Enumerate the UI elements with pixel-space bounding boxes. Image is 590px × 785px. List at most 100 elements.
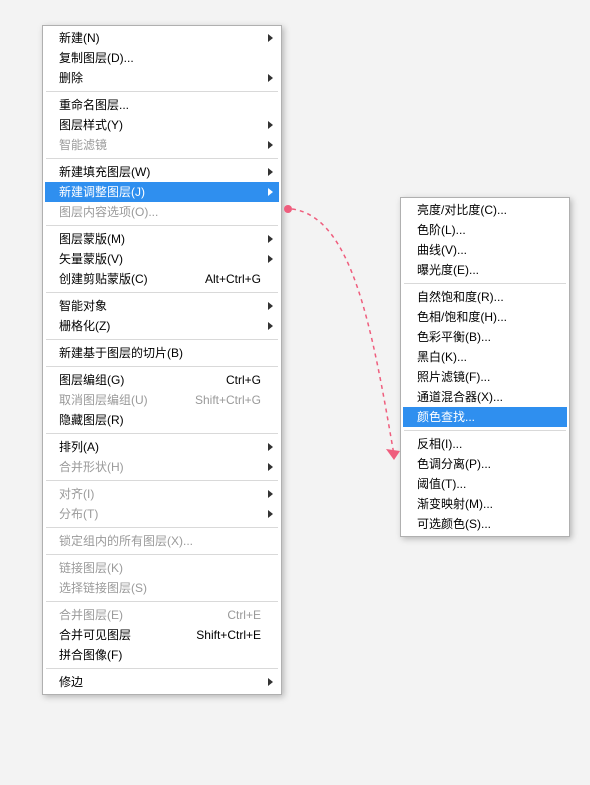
menu-item-shortcut: Alt+Ctrl+G (205, 269, 261, 289)
subMenu-item[interactable]: 黑白(K)... (403, 347, 567, 367)
subMenu-item[interactable]: 自然饱和度(R)... (403, 287, 567, 307)
menu-item-shortcut: Shift+Ctrl+E (196, 625, 261, 645)
mainMenu-item[interactable]: 合并可见图层 Shift+Ctrl+E (45, 625, 279, 645)
menu-item-label: 照片滤镜(F)... (417, 367, 549, 387)
menu-item-label: 可选颜色(S)... (417, 514, 549, 534)
mainMenu-item[interactable]: 重命名图层... (45, 95, 279, 115)
subMenu-item[interactable]: 反相(I)... (403, 434, 567, 454)
mainMenu-item[interactable]: 删除 (45, 68, 279, 88)
subMenu-item[interactable]: 色相/饱和度(H)... (403, 307, 567, 327)
menu-item-label: 渐变映射(M)... (417, 494, 549, 514)
menu-separator (404, 430, 566, 431)
subMenu-item[interactable]: 阈值(T)... (403, 474, 567, 494)
menu-item-label: 反相(I)... (417, 434, 549, 454)
subMenu-item[interactable]: 渐变映射(M)... (403, 494, 567, 514)
menu-item-label: 分布(T) (59, 504, 261, 524)
mainMenu-item[interactable]: 智能对象 (45, 296, 279, 316)
subMenu-item[interactable]: 色调分离(P)... (403, 454, 567, 474)
mainMenu-item[interactable]: 修边 (45, 672, 279, 692)
mainMenu-item[interactable]: 新建基于图层的切片(B) (45, 343, 279, 363)
subMenu-item[interactable]: 色彩平衡(B)... (403, 327, 567, 347)
mainMenu-item: 智能滤镜 (45, 135, 279, 155)
mainMenu-item[interactable]: 图层样式(Y) (45, 115, 279, 135)
mainMenu-item: 图层内容选项(O)... (45, 202, 279, 222)
mainMenu-item[interactable]: 图层编组(G) Ctrl+G (45, 370, 279, 390)
menu-separator (46, 601, 278, 602)
subMenu-item[interactable]: 亮度/对比度(C)... (403, 200, 567, 220)
menu-item-label: 新建基于图层的切片(B) (59, 343, 261, 363)
mainMenu-item[interactable]: 图层蒙版(M) (45, 229, 279, 249)
menu-item-shortcut: Ctrl+E (227, 605, 261, 625)
menu-item-label: 复制图层(D)... (59, 48, 261, 68)
mainMenu-item[interactable]: 矢量蒙版(V) (45, 249, 279, 269)
menu-item-shortcut: Shift+Ctrl+G (195, 390, 261, 410)
menu-item-label: 曲线(V)... (417, 240, 549, 260)
subMenu-item[interactable]: 可选颜色(S)... (403, 514, 567, 534)
subMenu-item[interactable]: 照片滤镜(F)... (403, 367, 567, 387)
mainMenu-item[interactable]: 栅格化(Z) (45, 316, 279, 336)
mainMenu-item[interactable]: 排列(A) (45, 437, 279, 457)
mainMenu-item: 链接图层(K) (45, 558, 279, 578)
menu-item-label: 栅格化(Z) (59, 316, 261, 336)
menu-item-label: 创建剪贴蒙版(C) (59, 269, 193, 289)
menu-item-label: 色阶(L)... (417, 220, 549, 240)
subMenu-item[interactable]: 颜色查找... (403, 407, 567, 427)
menu-item-label: 图层样式(Y) (59, 115, 261, 135)
menu-item-label: 重命名图层... (59, 95, 261, 115)
subMenu-item[interactable]: 曝光度(E)... (403, 260, 567, 280)
menu-separator (404, 283, 566, 284)
adjustment-layer-submenu[interactable]: 亮度/对比度(C)...色阶(L)...曲线(V)...曝光度(E)... 自然饱… (400, 197, 570, 537)
menu-item-label: 链接图层(K) (59, 558, 261, 578)
mainMenu-item[interactable]: 拼合图像(F) (45, 645, 279, 665)
subMenu-item[interactable]: 色阶(L)... (403, 220, 567, 240)
mainMenu-item: 锁定组内的所有图层(X)... (45, 531, 279, 551)
menu-item-label: 通道混合器(X)... (417, 387, 549, 407)
menu-separator (46, 339, 278, 340)
menu-item-label: 颜色查找... (417, 407, 549, 427)
menu-separator (46, 366, 278, 367)
menu-item-label: 隐藏图层(R) (59, 410, 261, 430)
menu-item-label: 新建填充图层(W) (59, 162, 261, 182)
menu-separator (46, 225, 278, 226)
menu-item-label: 取消图层编组(U) (59, 390, 183, 410)
mainMenu-item[interactable]: 创建剪贴蒙版(C) Alt+Ctrl+G (45, 269, 279, 289)
mainMenu-item[interactable]: 隐藏图层(R) (45, 410, 279, 430)
menu-item-label: 图层内容选项(O)... (59, 202, 261, 222)
mainMenu-item: 取消图层编组(U) Shift+Ctrl+G (45, 390, 279, 410)
menu-separator (46, 433, 278, 434)
menu-item-label: 自然饱和度(R)... (417, 287, 549, 307)
menu-item-label: 色相/饱和度(H)... (417, 307, 549, 327)
menu-item-label: 色调分离(P)... (417, 454, 549, 474)
menu-item-label: 合并可见图层 (59, 625, 184, 645)
menu-item-label: 图层编组(G) (59, 370, 214, 390)
menu-item-label: 矢量蒙版(V) (59, 249, 261, 269)
menu-item-label: 排列(A) (59, 437, 261, 457)
mainMenu-item[interactable]: 复制图层(D)... (45, 48, 279, 68)
menu-item-label: 亮度/对比度(C)... (417, 200, 549, 220)
menu-item-label: 对齐(I) (59, 484, 261, 504)
subMenu-item[interactable]: 通道混合器(X)... (403, 387, 567, 407)
annotation-arrow (282, 197, 410, 462)
menu-separator (46, 554, 278, 555)
menu-item-label: 删除 (59, 68, 261, 88)
menu-item-label: 曝光度(E)... (417, 260, 549, 280)
menu-item-label: 合并形状(H) (59, 457, 261, 477)
menu-item-label: 选择链接图层(S) (59, 578, 261, 598)
menu-separator (46, 158, 278, 159)
subMenu-item[interactable]: 曲线(V)... (403, 240, 567, 260)
mainMenu-item: 对齐(I) (45, 484, 279, 504)
mainMenu-item: 合并形状(H) (45, 457, 279, 477)
mainMenu-item[interactable]: 新建填充图层(W) (45, 162, 279, 182)
menu-item-label: 合并图层(E) (59, 605, 215, 625)
menu-item-label: 新建调整图层(J) (59, 182, 261, 202)
mainMenu-item[interactable]: 新建(N) (45, 28, 279, 48)
menu-separator (46, 668, 278, 669)
menu-item-label: 新建(N) (59, 28, 261, 48)
menu-separator (46, 91, 278, 92)
menu-separator (46, 480, 278, 481)
menu-item-label: 拼合图像(F) (59, 645, 261, 665)
mainMenu-item[interactable]: 新建调整图层(J) (45, 182, 279, 202)
layer-context-menu[interactable]: 新建(N)复制图层(D)...删除重命名图层...图层样式(Y)智能滤镜新建填充… (42, 25, 282, 695)
menu-item-label: 智能对象 (59, 296, 261, 316)
menu-item-shortcut: Ctrl+G (226, 370, 261, 390)
